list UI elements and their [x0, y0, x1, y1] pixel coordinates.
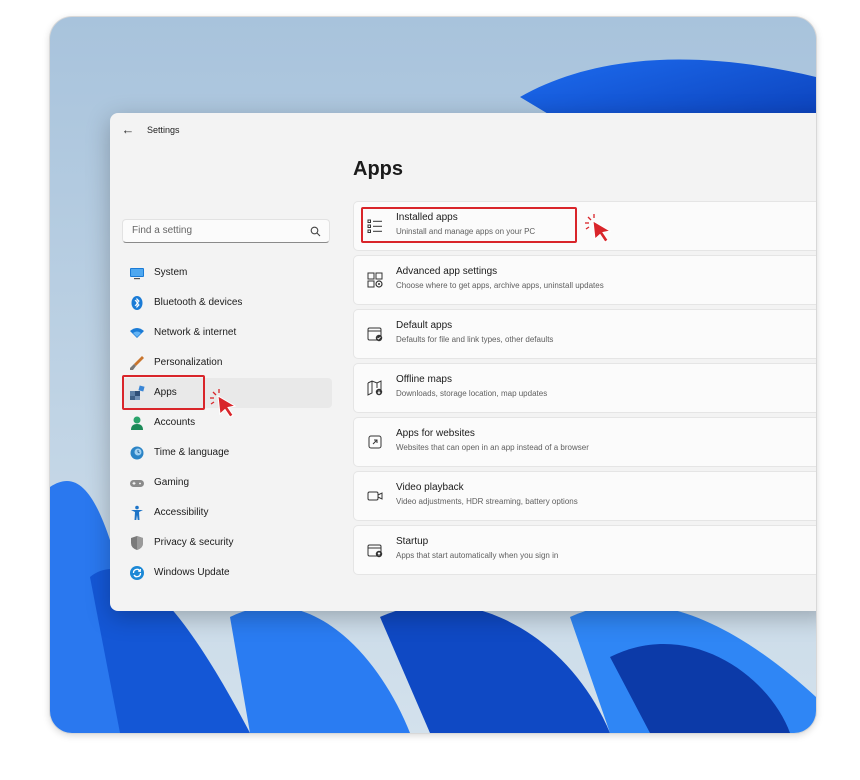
- windows-update-icon: [130, 566, 144, 580]
- apps-highlight-box: [122, 375, 205, 410]
- card-default-apps[interactable]: Default apps Defaults for file and link …: [353, 309, 816, 359]
- settings-window: ← Settings System: [110, 113, 816, 611]
- sidebar-item-accessibility[interactable]: Accessibility: [122, 498, 332, 528]
- sidebar-item-system[interactable]: System: [122, 258, 332, 288]
- sidebar-item-windows-update[interactable]: Windows Update: [122, 558, 332, 588]
- sidebar-item-label: Network & internet: [154, 327, 237, 338]
- card-title: Apps for websites: [396, 428, 475, 439]
- card-apps-for-websites[interactable]: Apps for websites Websites that can open…: [353, 417, 816, 467]
- sidebar-item-label: Gaming: [154, 477, 190, 488]
- sidebar-item-privacy-security[interactable]: Privacy & security: [122, 528, 332, 558]
- sidebar-item-gaming[interactable]: Gaming: [122, 468, 332, 498]
- search-icon[interactable]: [310, 226, 321, 237]
- bluetooth-icon: [131, 296, 143, 310]
- card-title: Default apps: [396, 320, 453, 331]
- sidebar-item-label: Personalization: [154, 357, 223, 368]
- installed-apps-highlight-box: [361, 207, 577, 243]
- card-subtitle: Defaults for file and link types, other …: [396, 335, 554, 344]
- search-input[interactable]: [130, 224, 304, 237]
- sidebar-item-label: Windows Update: [154, 567, 230, 578]
- sidebar-item-label: Accessibility: [154, 507, 209, 518]
- click-cursor-icon: [585, 214, 612, 243]
- video-icon: [367, 491, 383, 501]
- click-cursor-icon: [210, 389, 237, 418]
- card-offline-maps[interactable]: Offline maps Downloads, storage location…: [353, 363, 816, 413]
- card-subtitle: Video adjustments, HDR streaming, batter…: [396, 497, 578, 506]
- sidebar-item-time-language[interactable]: Time & language: [122, 438, 332, 468]
- card-startup[interactable]: Startup Apps that start automatically wh…: [353, 525, 816, 575]
- window-title: Settings: [147, 125, 180, 135]
- sidebar-item-label: Accounts: [154, 417, 196, 428]
- time-language-icon: [130, 446, 144, 460]
- map-icon: [367, 380, 383, 396]
- startup-icon: [367, 544, 383, 558]
- card-title: Startup: [396, 536, 429, 547]
- card-title: Video playback: [396, 482, 464, 493]
- title-bar: ← Settings: [110, 113, 816, 149]
- sidebar-item-label: Bluetooth & devices: [154, 297, 243, 308]
- card-subtitle: Apps that start automatically when you s…: [396, 551, 559, 560]
- sidebar-item-bluetooth-devices[interactable]: Bluetooth & devices: [122, 288, 332, 318]
- card-title: Offline maps: [396, 374, 452, 385]
- sidebar-item-label: System: [154, 267, 188, 278]
- card-subtitle: Downloads, storage location, map updates: [396, 389, 548, 398]
- card-title: Advanced app settings: [396, 266, 498, 277]
- back-arrow-icon[interactable]: ←: [120, 122, 136, 138]
- brush-icon: [130, 356, 144, 370]
- sidebar-nav: System Bluetooth & devices Network & int…: [122, 258, 332, 588]
- card-video-playback[interactable]: Video playback Video adjustments, HDR st…: [353, 471, 816, 521]
- sidebar-item-network-internet[interactable]: Network & internet: [122, 318, 332, 348]
- system-icon: [130, 268, 144, 280]
- wifi-icon: [130, 328, 144, 338]
- sidebar-item-label: Privacy & security: [154, 537, 234, 548]
- page-title: Apps: [353, 158, 403, 180]
- gaming-icon: [130, 480, 144, 487]
- shield-icon: [131, 536, 143, 550]
- accounts-icon: [131, 416, 143, 430]
- accessibility-icon: [131, 505, 143, 520]
- search-box[interactable]: [122, 219, 330, 243]
- settings-cards: Installed apps Uninstall and manage apps…: [353, 201, 816, 579]
- default-apps-icon: [367, 327, 383, 342]
- sidebar-item-personalization[interactable]: Personalization: [122, 348, 332, 378]
- card-subtitle: Choose where to get apps, archive apps, …: [396, 281, 604, 290]
- sidebar-item-label: Time & language: [154, 447, 230, 458]
- app-settings-icon: [367, 272, 383, 288]
- open-in-app-icon: [368, 435, 382, 449]
- card-subtitle: Websites that can open in an app instead…: [396, 443, 589, 452]
- card-advanced-app-settings[interactable]: Advanced app settings Choose where to ge…: [353, 255, 816, 305]
